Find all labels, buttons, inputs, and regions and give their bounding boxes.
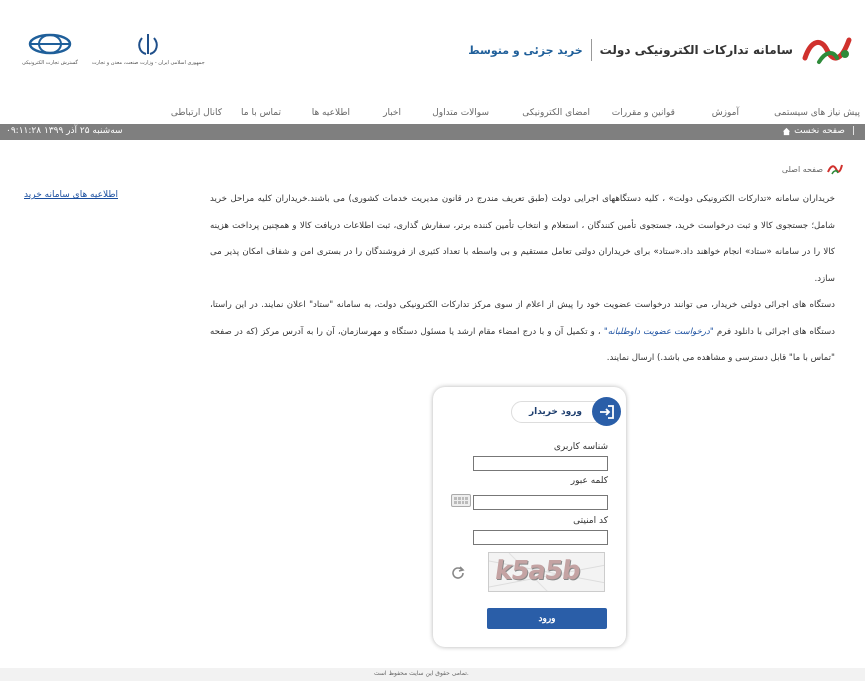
menu-item-digital-signature[interactable]: امضای الکترونیکی [522,108,590,118]
current-datetime: سه‌شنبه ۲۵ آذر ۱۳۹۹ ۰۹:۱۱:۲۸ [6,126,123,136]
username-label: شناسه کاربری [553,442,608,452]
home-icon [782,127,791,135]
copyright-text: تمامی حقوق این سایت محفوظ است. [374,670,469,677]
brand-title: سامانه تدارکات الکترونیکی دولت [599,43,793,57]
brand-separator [590,39,592,61]
refresh-captcha-icon[interactable] [451,565,465,579]
captcha-label: کد امنیتی [573,516,608,526]
government-logos: گسترش تجارت الکترونیکی جمهوری اسلامی ایر… [22,32,205,66]
menu-item-training[interactable]: آموزش [712,108,739,118]
menu-item-contact[interactable]: تماس با ما [241,108,281,118]
breadcrumb-label: صفحه اصلی [781,164,823,174]
login-header: ورود خریدار [511,397,621,426]
brand[interactable]: سامانه تدارکات الکترونیکی دولت خرید جزئی… [468,30,853,70]
captcha-text: k5a5b [492,556,582,586]
menu-item-faq[interactable]: سوالات متداول [432,108,489,118]
buyer-login-card: ورود خریدار شناسه کاربری کلمه عبور کد ام… [433,387,626,647]
login-title: ورود خریدار [528,407,582,417]
home-label: صفحه نخست [794,126,845,136]
setad-logo-icon [802,37,852,64]
menu-item-laws[interactable]: قوانین و مقررات [612,108,675,118]
setad-small-logo-icon [827,164,843,175]
ecommerce-logo: گسترش تجارت الکترونیکی [22,32,78,66]
virtual-keyboard-icon[interactable] [451,494,471,507]
ministry-logo: جمهوری اسلامی ایران - وزارت صنعت، معدن و… [92,32,205,66]
home-link[interactable]: صفحه نخست | [782,126,855,136]
main-content: خریداران سامانه «تدارکات الکترونیکی دولت… [210,186,835,372]
login-submit-button[interactable]: ورود [487,608,607,629]
sign-in-icon [599,404,614,419]
captcha-input[interactable] [473,530,608,545]
menu-item-channel[interactable]: کانال ارتباطی [171,108,222,118]
status-bar: صفحه نخست | سه‌شنبه ۲۵ آذر ۱۳۹۹ ۰۹:۱۱:۲۸ [0,124,865,140]
menu-item-announcements[interactable]: اطلاعیه ها [312,108,350,118]
ecommerce-logo-caption: گسترش تجارت الکترونیکی [22,60,78,66]
site-header: سامانه تدارکات الکترونیکی دولت خرید جزئی… [0,0,865,103]
footer: تمامی حقوق این سایت محفوظ است. [0,668,865,681]
ecommerce-emblem-icon [28,33,72,55]
announcements-link[interactable]: اطلاعیه های سامانه خرید [24,190,118,200]
home-separator: | [851,126,855,136]
brand-subtitle: خرید جزئی و متوسط [468,43,583,57]
password-label: کلمه عبور [570,476,608,486]
membership-request-link[interactable]: "درخواست عضویت داوطلبانه" [604,327,714,337]
intro-paragraph: خریداران سامانه «تدارکات الکترونیکی دولت… [210,194,835,284]
iran-emblem-icon [138,34,159,55]
username-input[interactable] [473,456,608,471]
ministry-logo-caption: جمهوری اسلامی ایران - وزارت صنعت، معدن و… [91,60,205,66]
password-input[interactable] [473,495,608,510]
captcha-image: k5a5b [488,552,605,592]
menu-item-news[interactable]: اخبار [383,108,401,118]
membership-paragraph: دستگاه های اجرائی دولتی خریدار، می توانن… [210,292,835,372]
breadcrumb: صفحه اصلی [782,163,843,175]
menu-item-prerequisites[interactable]: پیش نیاز های سیستمی [774,108,860,118]
login-icon [592,397,621,426]
